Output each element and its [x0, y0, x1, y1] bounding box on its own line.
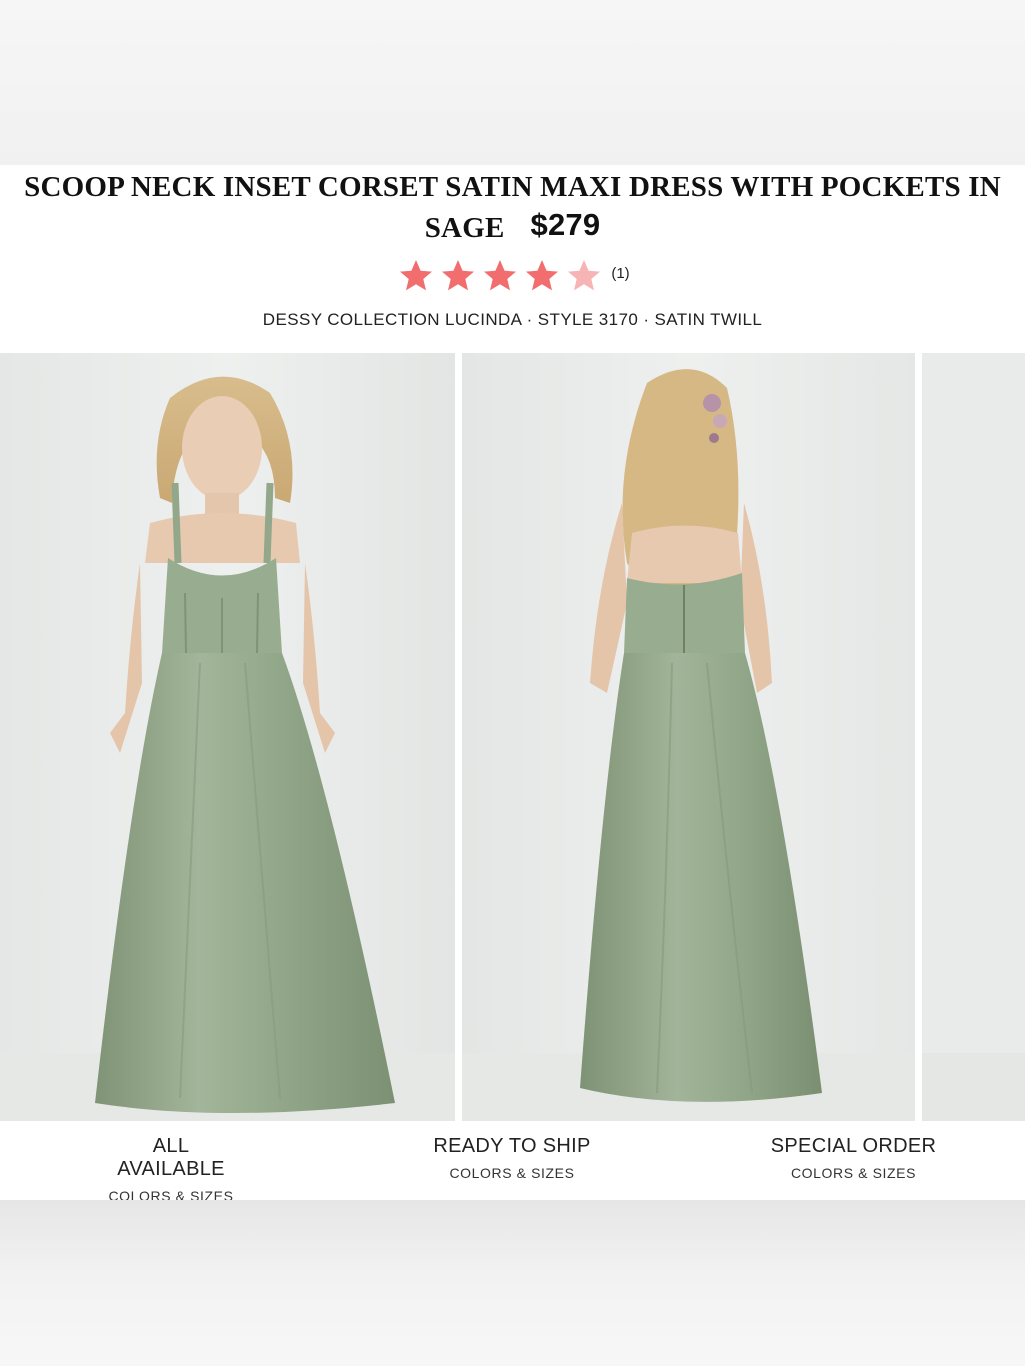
star-icon: [400, 260, 433, 291]
review-count[interactable]: (1): [611, 265, 629, 282]
model-front-illustration: [0, 353, 455, 1121]
gallery-image-next[interactable]: [922, 353, 1025, 1121]
product-price: $279: [530, 207, 601, 242]
rating-summary[interactable]: (1): [0, 258, 1025, 294]
tab-title: SPECIAL ORDER: [770, 1135, 937, 1157]
gallery-image-back[interactable]: [462, 353, 915, 1121]
star-icon: [568, 260, 601, 291]
availability-tabs: ALL AVAILABLE COLORS & SIZES READY TO SH…: [0, 1121, 1025, 1212]
gallery-image-front[interactable]: [0, 353, 455, 1121]
star-icon: [526, 260, 559, 291]
model-back-illustration: [462, 353, 915, 1121]
product-title: SCOOP NECK INSET CORSET SATIN MAXI DRESS…: [0, 168, 1025, 248]
image-gallery[interactable]: [0, 353, 1025, 1121]
top-backdrop: [0, 0, 1025, 165]
tab-ready-to-ship[interactable]: READY TO SHIP COLORS & SIZES: [432, 1135, 592, 1181]
tab-special-order[interactable]: SPECIAL ORDER COLORS & SIZES: [770, 1135, 937, 1181]
bottom-backdrop: [0, 1200, 1025, 1366]
next-image-preview: [922, 353, 1025, 1121]
tab-title: ALL AVAILABLE: [117, 1135, 225, 1180]
tab-subtitle: COLORS & SIZES: [790, 1165, 917, 1181]
star-rating[interactable]: [395, 258, 605, 294]
tab-title: READY TO SHIP: [433, 1135, 591, 1157]
tab-subtitle: COLORS & SIZES: [449, 1165, 575, 1181]
product-meta: DESSY COLLECTION LUCINDA · STYLE 3170 · …: [262, 310, 763, 329]
star-icon: [442, 260, 475, 291]
product-header: SCOOP NECK INSET CORSET SATIN MAXI DRESS…: [0, 168, 1025, 248]
star-icon: [484, 260, 517, 291]
product-title-text: SCOOP NECK INSET CORSET SATIN MAXI DRESS…: [24, 171, 1001, 244]
